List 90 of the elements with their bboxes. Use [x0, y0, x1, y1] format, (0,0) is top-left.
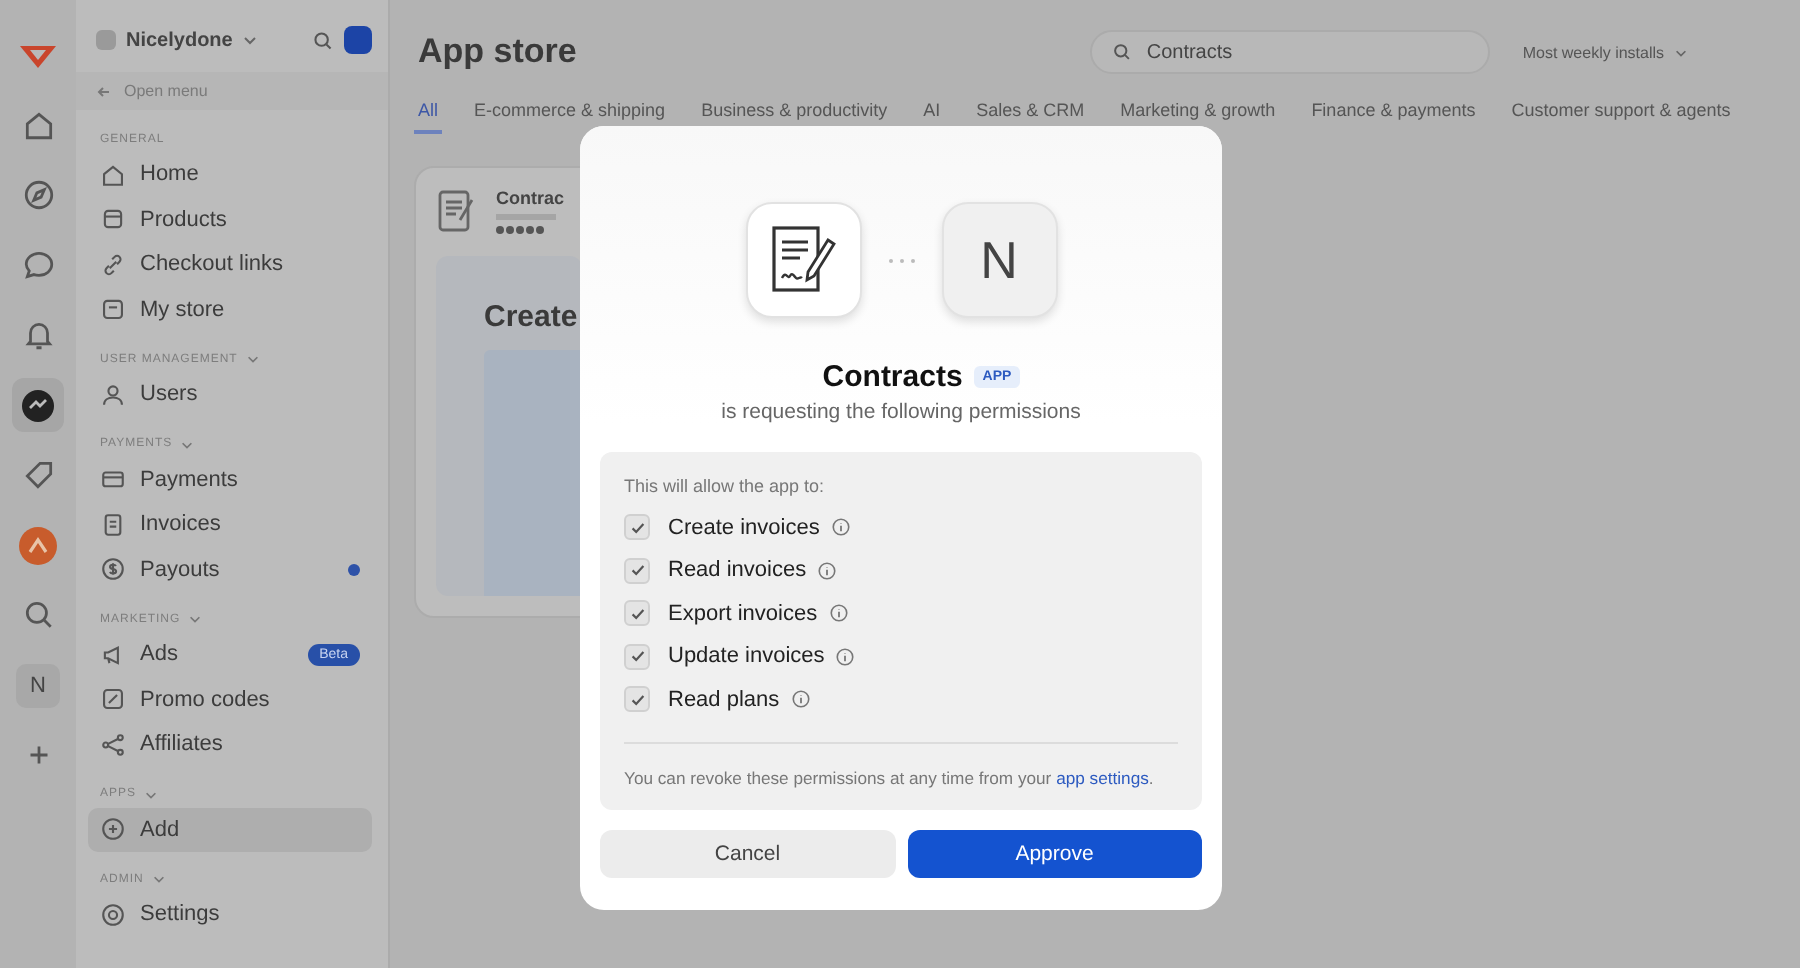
link-icon [100, 251, 126, 278]
workspace-logo-icon [96, 30, 116, 50]
nav-item[interactable]: Invoices [88, 502, 372, 547]
app-settings-link[interactable]: app settings [1056, 767, 1149, 787]
check-icon [629, 691, 645, 708]
arrow-icon [96, 83, 112, 99]
app-icon[interactable] [20, 387, 56, 423]
home-icon [100, 161, 126, 188]
nav-item[interactable]: Payouts [88, 547, 372, 592]
permission-label: Update invoices [668, 644, 825, 669]
chevron-icon[interactable] [245, 352, 260, 366]
permission-label: Create invoices [668, 515, 820, 540]
share-icon [100, 731, 126, 758]
chevron-icon[interactable] [144, 787, 159, 801]
checkbox[interactable] [624, 643, 650, 670]
dialog-title: Contracts [822, 360, 963, 394]
preview-heading: Create [484, 300, 580, 334]
checkbox[interactable] [624, 600, 650, 627]
category-tab[interactable]: Customer support & agents [1507, 96, 1735, 134]
approve-button[interactable]: Approve [907, 829, 1202, 877]
check-icon [629, 648, 645, 665]
category-tab[interactable]: Business & productivity [697, 96, 892, 134]
permission-label: Read plans [668, 687, 780, 712]
contract-icon [767, 222, 839, 298]
store-logo: N [941, 202, 1057, 318]
permission-label: Export invoices [668, 601, 818, 626]
box-icon [100, 206, 126, 233]
chevron-icon [242, 32, 259, 48]
info-icon[interactable] [831, 518, 850, 537]
chevron-icon[interactable] [188, 612, 203, 626]
check-icon [629, 562, 645, 579]
category-tab[interactable]: AI [919, 96, 945, 134]
checkbox[interactable] [624, 557, 650, 584]
check-icon [629, 519, 645, 536]
nav-item[interactable]: Checkout links [88, 242, 372, 287]
workspace-name[interactable]: Nicelydone [126, 29, 233, 51]
workspace-button[interactable]: N [16, 663, 60, 707]
sort-dropdown[interactable]: Most weekly installs [1522, 43, 1689, 61]
search-icon[interactable] [21, 598, 55, 632]
dots-icon [887, 257, 915, 263]
checkbox[interactable] [624, 514, 650, 541]
category-tab[interactable]: Marketing & growth [1116, 96, 1280, 134]
checkbox[interactable] [624, 686, 650, 713]
user-icon [100, 381, 126, 408]
nav-item[interactable]: Promo codes [88, 677, 372, 722]
dialog-subtitle: is requesting the following permissions [721, 400, 1081, 424]
compass-icon[interactable] [21, 178, 55, 212]
chevron-icon [1674, 45, 1689, 59]
bell-icon[interactable] [21, 318, 55, 352]
page-title: App store [418, 32, 577, 72]
category-tab[interactable]: Finance & payments [1307, 96, 1480, 134]
category-tab[interactable]: All [414, 96, 443, 134]
nav-item[interactable]: Add [88, 807, 372, 852]
home-icon[interactable] [21, 108, 55, 142]
avatar-icon[interactable] [18, 525, 58, 565]
nav-item[interactable]: Home [88, 152, 372, 197]
nav-item[interactable]: Settings [88, 892, 372, 937]
category-tab[interactable]: E-commerce & shipping [470, 96, 670, 134]
info-icon[interactable] [791, 690, 810, 709]
app-name: Contrac [496, 188, 565, 208]
permission-label: Read invoices [668, 558, 807, 583]
chevron-icon[interactable] [180, 437, 195, 451]
cancel-button[interactable]: Cancel [600, 829, 895, 877]
info-icon[interactable] [836, 647, 855, 666]
nav-item[interactable]: Users [88, 372, 372, 417]
nav-item[interactable]: My store [88, 287, 372, 332]
search-icon [1112, 42, 1133, 62]
chat-icon[interactable] [21, 248, 55, 282]
category-tab[interactable]: Sales & CRM [972, 96, 1089, 134]
logo-icon[interactable] [18, 41, 58, 69]
info-icon[interactable] [818, 561, 837, 580]
info-icon[interactable] [829, 604, 848, 623]
search-field[interactable]: Contracts [1090, 30, 1491, 74]
nav-item[interactable]: Products [88, 197, 372, 242]
revoke-note: You can revoke these permissions at any time from your app settings. [624, 767, 1156, 787]
avatar-icon[interactable] [344, 26, 372, 54]
search-icon[interactable] [312, 29, 334, 51]
tag-icon[interactable] [21, 458, 55, 492]
chevron-icon[interactable] [151, 872, 166, 886]
store-icon [100, 296, 126, 323]
permissions-intro: This will allow the app to: [624, 476, 827, 496]
promo-icon [100, 686, 126, 713]
nav-item[interactable]: Payments [88, 457, 372, 502]
nav-item[interactable]: Affiliates [88, 722, 372, 767]
doc-icon [100, 511, 126, 538]
gear-icon [100, 901, 126, 928]
dollar-icon [100, 556, 126, 583]
card-icon [100, 466, 126, 493]
check-icon [629, 605, 645, 622]
plus-icon [100, 816, 126, 843]
